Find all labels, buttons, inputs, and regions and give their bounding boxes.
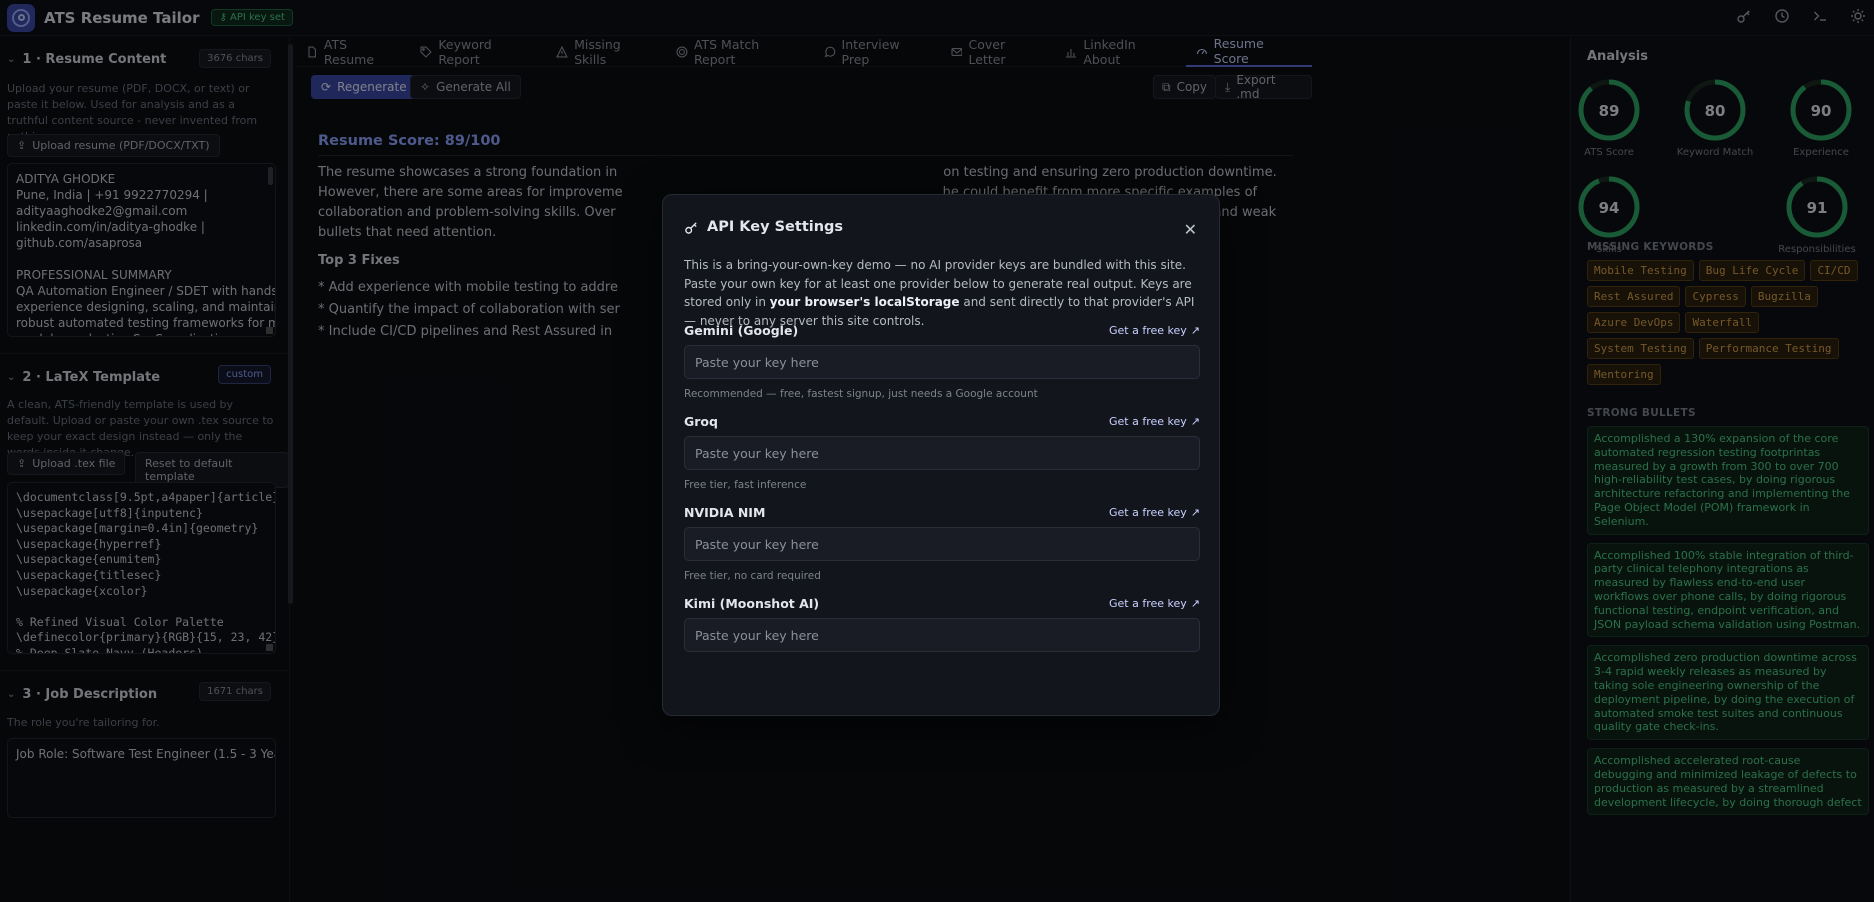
get-free-key-link-groq[interactable]: Get a free key ↗ [1109,415,1200,428]
external-link-icon: ↗ [1190,597,1200,610]
nvidia-key-input[interactable] [684,527,1200,561]
dialog-intro: This is a bring-your-own-key demo — no A… [684,258,1195,328]
provider-hint: Free tier, no card required [684,570,821,582]
key-icon [685,221,697,234]
get-free-key-link-nvidia[interactable]: Get a free key ↗ [1109,506,1200,519]
get-free-key-link-kimi[interactable]: Get a free key ↗ [1109,597,1200,610]
close-icon[interactable]: ✕ [1184,220,1197,239]
kimi-key-input[interactable] [684,618,1200,652]
provider-kimi: Kimi (Moonshot AI) Get a free key ↗ [684,596,1200,652]
external-link-icon: ↗ [1190,324,1200,337]
provider-gemini: Gemini (Google) Get a free key↗ Recommen… [684,323,1200,400]
provider-hint: Recommended — free, fastest signup, just… [684,388,1038,400]
gemini-key-input[interactable] [684,345,1200,379]
external-link-icon: ↗ [1190,506,1200,519]
external-link-icon: ↗ [1190,415,1200,428]
provider-nvidia: NVIDIA NIM Get a free key↗ Free tier, no… [684,505,1200,582]
get-free-key-link-gemini[interactable]: Get a free key ↗ [1109,324,1200,337]
provider-hint: Free tier, fast inference [684,479,807,491]
groq-key-input[interactable] [684,436,1200,470]
dialog-title-text: API Key Settings [707,219,844,235]
api-key-settings-dialog: API Key Settings ✕ This is a bring-your-… [662,194,1220,716]
provider-groq: Groq Get a free key↗ Free tier, fast inf… [684,414,1200,491]
app-root: ATS Resume Tailor ⚷ API key set ⌄ 1 · Res… [0,0,1874,902]
dialog-title: API Key Settings [684,219,843,235]
